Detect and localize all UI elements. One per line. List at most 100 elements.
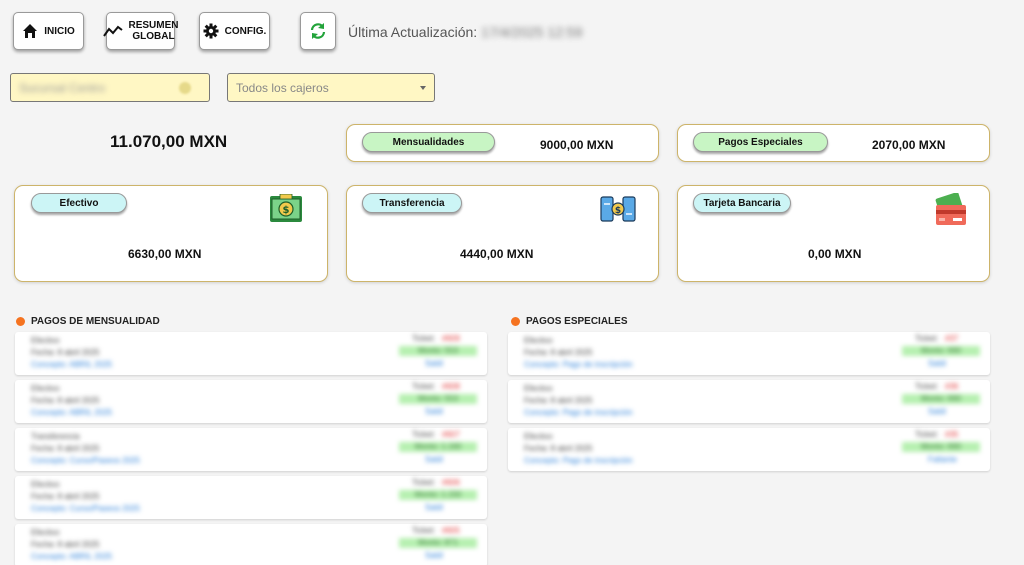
inicio-button[interactable]: INICIO: [13, 12, 84, 50]
payment-list-item[interactable]: Efectivo Fecha: 8 abril 2025 Concepto: Pag…: [508, 380, 990, 423]
efectivo-value: 6630,00 MXN: [128, 247, 202, 261]
payment-list-item[interactable]: Efectivo Fecha: 8 abril 2025 Concepto: ABR…: [15, 380, 487, 423]
payment-list-item[interactable]: Efectivo Fecha: 8 abril 2025 Concepto: ABR…: [15, 524, 487, 565]
resumen-label-line2: GLOBAL: [132, 31, 175, 42]
payment-date-text: Fecha: 8 abril 2025: [524, 444, 593, 453]
especiales-title-text: PAGOS ESPECIALES: [526, 316, 628, 327]
monto-badge: Monto: 1.150: [399, 490, 477, 500]
last-updated-value: 17/4/2025 12:59: [481, 24, 583, 40]
payment-status-text: Saldí: [425, 551, 444, 560]
tarjeta-pill: Tarjeta Bancaria: [693, 193, 791, 213]
ticket-label: Ticket:: [915, 382, 939, 391]
ticket-number: #35: [945, 430, 959, 439]
monto-badge: Monto: 690: [902, 394, 980, 404]
mensualidad-title-text: PAGOS DE MENSUALIDAD: [31, 316, 160, 327]
svg-text:$: $: [615, 206, 621, 216]
ticket-label: Ticket:: [915, 430, 939, 439]
ticket-number: #37: [945, 334, 959, 343]
payment-concept-text: Concepto: Pago de inscripción: [524, 360, 633, 369]
pagos-especiales-card: Pagos Especiales 2070,00 MXN: [677, 124, 990, 162]
payment-list-item[interactable]: Efectivo Fecha: 8 abril 2025 Concepto: Pag…: [508, 332, 990, 375]
home-icon: [22, 23, 38, 39]
monto-badge: Monto: 690: [902, 442, 980, 452]
especiales-section-title: PAGOS ESPECIALES: [511, 316, 628, 327]
monto-badge: Monto: 871: [399, 538, 477, 548]
total-amount: 11.070,00 MXN: [110, 132, 228, 151]
section-dot-icon: [16, 317, 25, 326]
pagos-especiales-value: 2070,00 MXN: [872, 138, 946, 152]
payment-method-text: Efectivo: [524, 432, 553, 441]
refresh-icon: [308, 21, 328, 41]
payment-concept-text: Concepto: Curso/Paseos 2025: [31, 504, 140, 513]
cajero-select[interactable]: Todos los cajeros: [227, 73, 435, 102]
transferencia-pill: Transferencia: [362, 193, 462, 213]
ticket-label: Ticket:: [412, 430, 436, 439]
payment-list-item[interactable]: Transferencia Fecha: 8 abril 2025 Concepto…: [15, 428, 487, 471]
inicio-label: INICIO: [44, 25, 75, 37]
payment-status-text: Saldí: [928, 359, 947, 368]
payment-concept-text: Concepto: ABRIL 2025: [31, 552, 113, 561]
refresh-button[interactable]: [300, 12, 336, 50]
payment-status-text: Saldí: [425, 503, 444, 512]
payment-list-item[interactable]: Efectivo Fecha: 8 abril 2025 Concepto: ABR…: [15, 332, 487, 375]
payment-status-text: Saldí: [425, 407, 444, 416]
monto-badge: Monto: 553: [399, 346, 477, 356]
pagos-especiales-pill: Pagos Especiales: [693, 132, 828, 152]
config-button[interactable]: CONFIG.: [199, 12, 270, 50]
last-updated-label: Última Actualización:: [348, 24, 478, 40]
mensualidad-section-title: PAGOS DE MENSUALIDAD: [16, 316, 160, 327]
payment-status-text: Saldí: [425, 359, 444, 368]
ticket-label: Ticket:: [412, 334, 436, 343]
payment-date-text: Fecha: 8 abril 2025: [31, 540, 100, 549]
payment-status-text: Faltante: [928, 455, 957, 464]
payment-method-text: Efectivo: [31, 384, 60, 393]
ticket-label: Ticket:: [412, 526, 436, 535]
ticket-number: #605: [442, 526, 460, 535]
payment-concept-text: Concepto: ABRIL 2025: [31, 408, 113, 417]
ticket-label: Ticket:: [915, 334, 939, 343]
ticket-number: #607: [442, 430, 460, 439]
resumen-global-label: RESUMEN GLOBAL: [129, 20, 179, 42]
efectivo-card: Efectivo $ 6630,00 MXN: [14, 185, 328, 282]
section-dot-icon: [511, 317, 520, 326]
clear-icon[interactable]: [179, 82, 191, 94]
monto-badge: Monto: 1.160: [399, 442, 477, 452]
mensualidad-payments-list: Efectivo Fecha: 8 abril 2025 Concepto: ABR…: [15, 332, 487, 565]
gear-icon: [203, 23, 219, 39]
transferencia-card: Transferencia $ 4440,00 MXN: [346, 185, 659, 282]
payment-method-text: Efectivo: [31, 480, 60, 489]
tarjeta-card: Tarjeta Bancaria 0,00 MXN: [677, 185, 990, 282]
payment-concept-text: Concepto: ABRIL 2025: [31, 360, 113, 369]
svg-text:$: $: [283, 205, 290, 216]
payment-method-text: Efectivo: [31, 336, 60, 345]
payment-date-text: Fecha: 8 abril 2025: [524, 348, 593, 357]
mensualidades-value: 9000,00 MXN: [540, 138, 614, 152]
ticket-label: Ticket:: [412, 478, 436, 487]
payment-list-item[interactable]: Efectivo Fecha: 8 abril 2025 Concepto: Cur…: [15, 476, 487, 519]
especiales-payments-list: Efectivo Fecha: 8 abril 2025 Concepto: Pag…: [508, 332, 990, 471]
payment-date-text: Fecha: 8 abril 2025: [31, 396, 100, 405]
payment-method-text: Efectivo: [524, 336, 553, 345]
payment-method-text: Efectivo: [31, 528, 60, 537]
caret-down-icon: [420, 86, 426, 90]
payment-date-text: Fecha: 8 abril 2025: [31, 444, 100, 453]
config-label: CONFIG.: [224, 25, 267, 37]
sucursal-value: Sucursal Centro: [19, 80, 106, 95]
payment-concept-text: Concepto: Pago de inscripción: [524, 456, 633, 465]
cajero-placeholder: Todos los cajeros: [236, 80, 329, 95]
cash-icon: $: [268, 193, 304, 229]
transferencia-value: 4440,00 MXN: [460, 247, 534, 261]
monto-badge: Monto: 553: [399, 394, 477, 404]
trend-line-icon: [102, 24, 123, 38]
sucursal-select[interactable]: Sucursal Centro: [10, 73, 210, 102]
payment-status-text: Saldí: [425, 455, 444, 464]
payment-list-item[interactable]: Efectivo Fecha: 8 abril 2025 Concepto: Pag…: [508, 428, 990, 471]
payment-date-text: Fecha: 8 abril 2025: [31, 348, 100, 357]
payment-concept-text: Concepto: Pago de inscripción: [524, 408, 633, 417]
credit-card-icon: [933, 192, 969, 232]
payment-method-text: Transferencia: [31, 432, 80, 441]
payment-concept-text: Concepto: Curso/Paseos 2025: [31, 456, 140, 465]
mensualidades-card: Mensualidades 9000,00 MXN: [346, 124, 659, 162]
resumen-global-button[interactable]: RESUMEN GLOBAL: [102, 12, 179, 50]
payment-date-text: Fecha: 8 abril 2025: [31, 492, 100, 501]
